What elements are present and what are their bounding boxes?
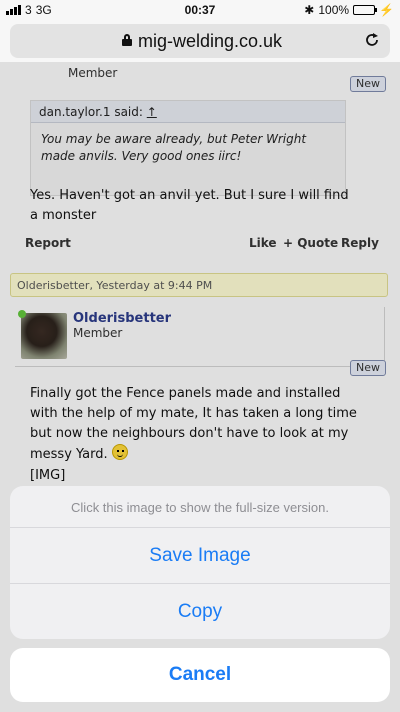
save-image-button[interactable]: Save Image — [10, 528, 390, 583]
action-sheet-message: Click this image to show the full-size v… — [10, 486, 390, 528]
action-sheet: Click this image to show the full-size v… — [10, 486, 390, 639]
status-bar: 3 3G 00:37 ✱ 100% ⚡ — [0, 0, 400, 20]
bluetooth-icon: ✱ — [304, 3, 315, 17]
battery-icon — [353, 5, 378, 15]
reload-icon[interactable] — [364, 32, 380, 48]
battery-percent: 100% — [318, 3, 350, 17]
charging-icon: ⚡ — [379, 3, 394, 17]
status-right: ✱ 100% ⚡ — [304, 3, 394, 17]
address-bar[interactable]: mig-welding.co.uk — [10, 24, 390, 58]
cancel-button[interactable]: Cancel — [10, 648, 390, 702]
url-text: mig-welding.co.uk — [137, 31, 283, 51]
copy-button[interactable]: Copy — [10, 583, 390, 638]
